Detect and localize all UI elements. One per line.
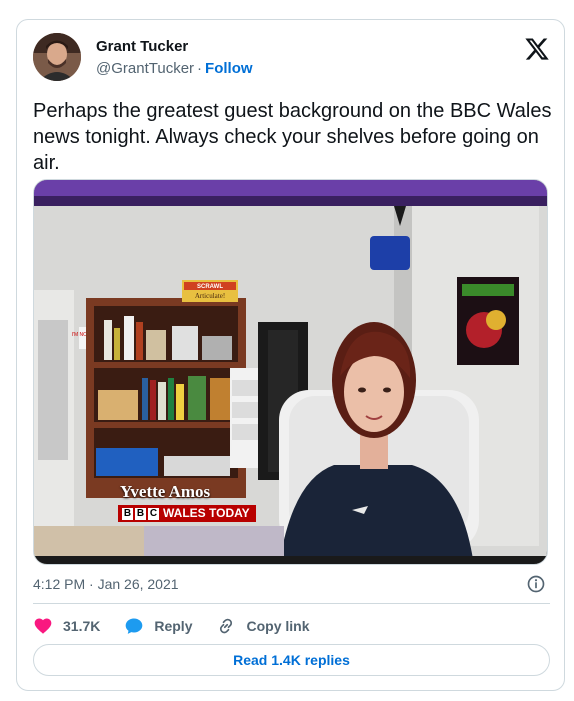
author-handle-line: @GrantTucker · Follow — [96, 60, 253, 77]
tweet-card: Grant Tucker @GrantTucker · Follow Perhaps… — [16, 19, 565, 691]
link-icon — [220, 618, 233, 634]
heart-icon — [34, 618, 52, 634]
box-text-mid: Articulate! — [195, 292, 225, 300]
tweet-media-image[interactable]: I'M NOT HAPPY — [33, 179, 548, 565]
read-replies-button[interactable]: Read 1.4K replies — [33, 644, 550, 676]
copy-link-label: Copy link — [246, 618, 310, 634]
tweet-text: Perhaps the greatest guest background on… — [33, 100, 552, 174]
caption-channel: WALES TODAY — [163, 506, 250, 520]
like-button[interactable]: 31.7K — [33, 616, 100, 636]
info-icon[interactable] — [526, 574, 546, 594]
caption-name: Yvette Amos — [120, 482, 211, 501]
caption-channel-bar: BBC WALES TODAY — [118, 505, 256, 522]
tweet-header: Grant Tucker @GrantTucker · Follow — [33, 32, 550, 84]
author-name[interactable]: Grant Tucker — [96, 38, 188, 55]
tweet-timestamp[interactable]: 4:12 PM · Jan 26, 2021 — [33, 576, 179, 592]
tweet-actions: 31.7K Reply Copy link — [33, 614, 550, 638]
bbc-logo: BBC — [122, 507, 159, 520]
x-logo-icon[interactable] — [524, 36, 550, 62]
reply-bubble-icon — [126, 618, 143, 634]
like-count: 31.7K — [63, 618, 101, 634]
reply-label: Reply — [154, 618, 193, 634]
divider — [33, 603, 550, 604]
avatar[interactable] — [33, 33, 81, 81]
handle-separator: · — [197, 60, 203, 77]
reply-button[interactable]: Reply — [124, 616, 192, 636]
copy-link-button[interactable]: Copy link — [216, 616, 310, 636]
follow-button[interactable]: Follow — [205, 60, 253, 77]
author-handle[interactable]: @GrantTucker — [96, 60, 194, 77]
box-text-top: SCRAWL — [197, 284, 223, 290]
